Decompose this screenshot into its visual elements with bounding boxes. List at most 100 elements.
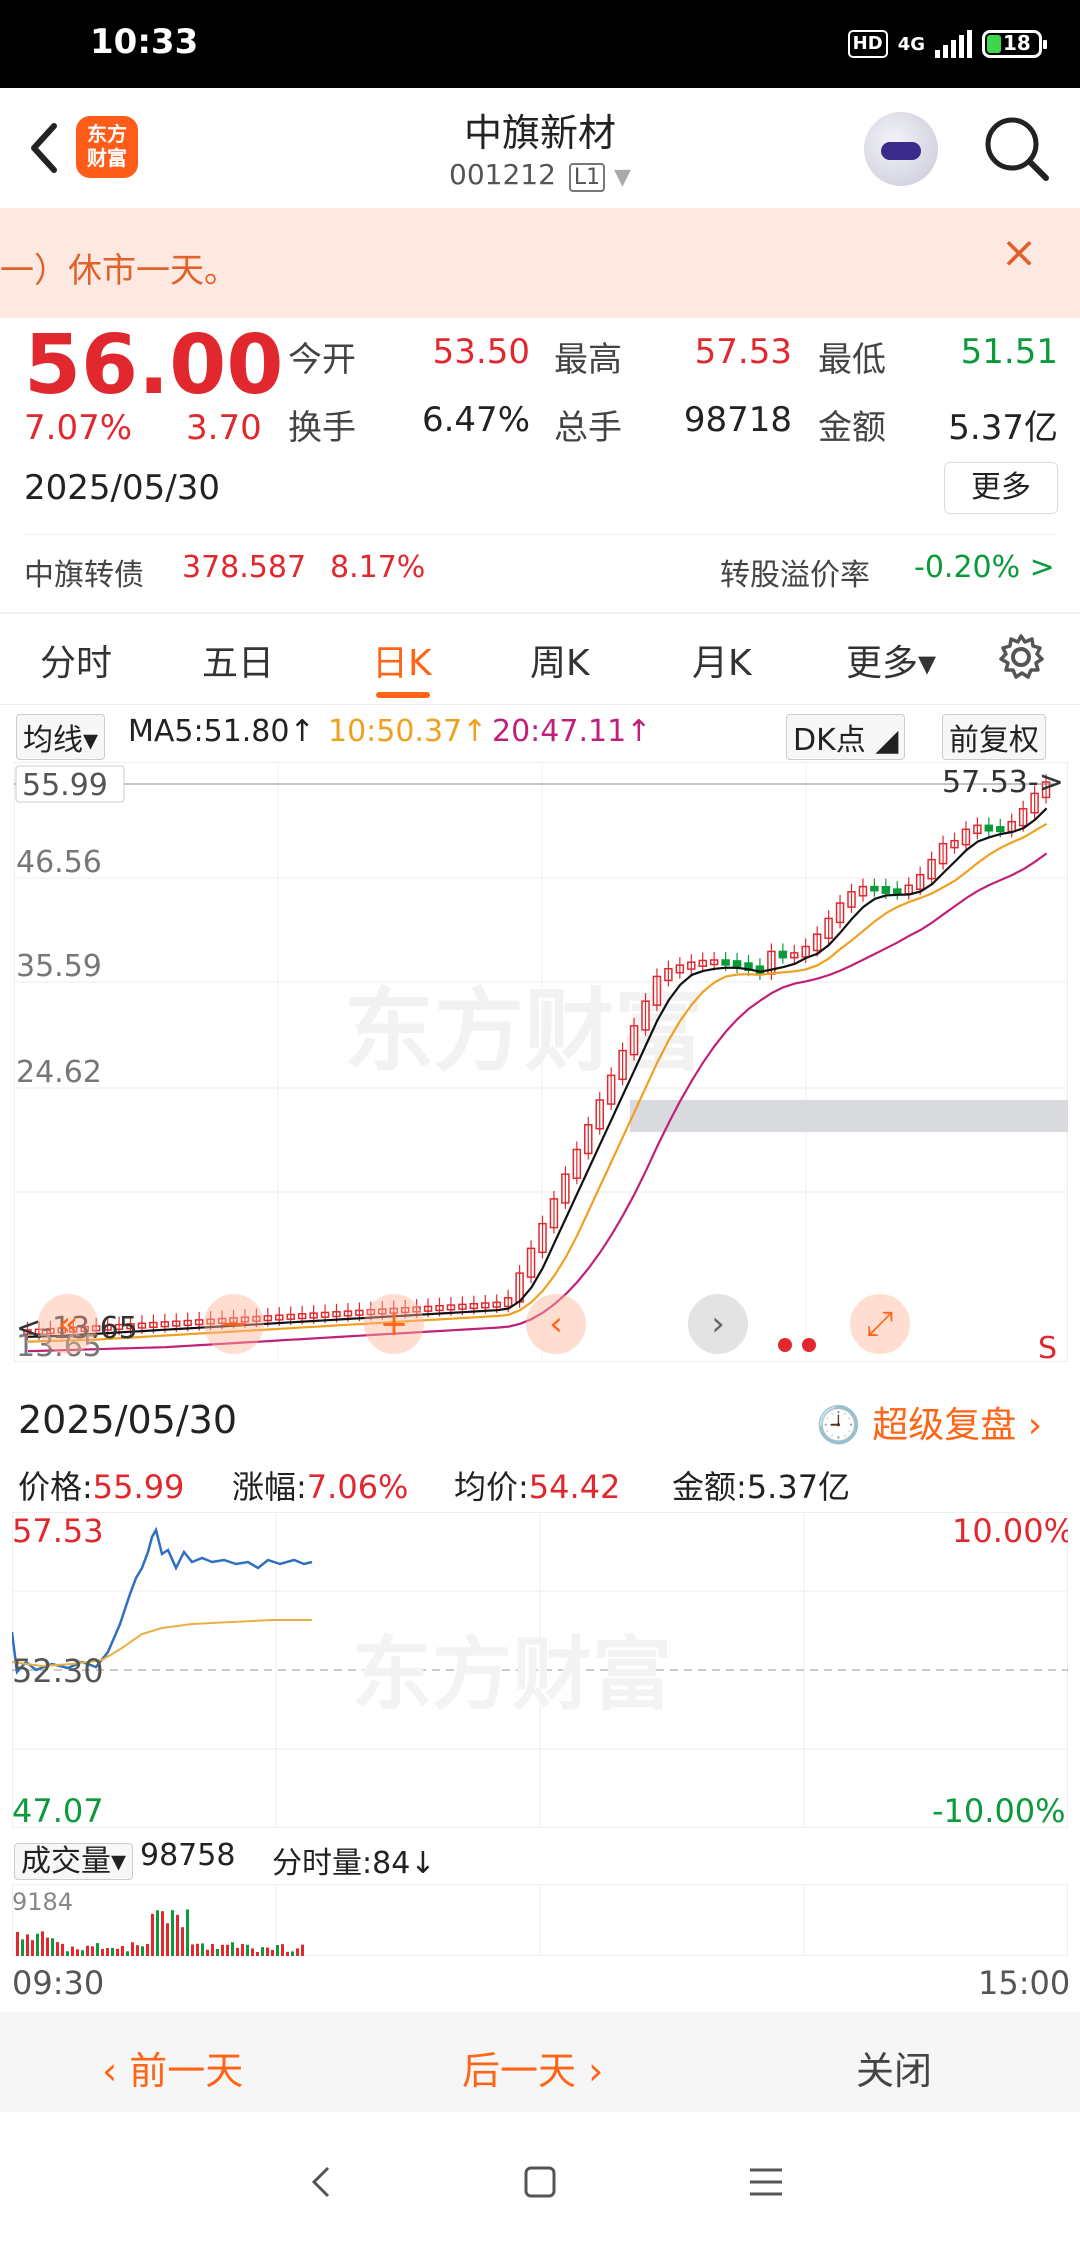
volume-bar xyxy=(136,1945,139,1956)
volume-bar xyxy=(186,1910,189,1956)
y-mid-label: 52.30 xyxy=(12,1652,104,1690)
volume-total: 98758 xyxy=(140,1838,235,1873)
volume-bar xyxy=(271,1950,274,1956)
volume-bar xyxy=(181,1927,184,1956)
search-icon[interactable] xyxy=(982,114,1052,184)
gear-icon[interactable] xyxy=(996,632,1046,682)
zoom-out-icon[interactable]: − xyxy=(204,1294,264,1354)
kline-chart[interactable]: 东方财富 55.99 46.56 35.59 24.62 13.65 57.53… xyxy=(14,762,1068,1362)
nav-back-icon[interactable] xyxy=(306,2162,336,2202)
app-header: 东方 财富 中旗新材 001212 L1 ▼ xyxy=(0,88,1080,208)
hd-icon: HD xyxy=(848,30,888,58)
volume-bar xyxy=(51,1938,54,1956)
tab-intraday[interactable]: 分时 xyxy=(40,634,112,686)
tab-weekly-k[interactable]: 周K xyxy=(530,634,590,686)
intraday-chart[interactable]: 东方财富 57.53 52.30 47.07 10.00% -10.00% xyxy=(12,1512,1068,1828)
y-top-label: 57.53 xyxy=(12,1512,104,1550)
intraday-amount: 金额:5.37亿 xyxy=(672,1462,850,1508)
volume-bar xyxy=(236,1948,239,1956)
volume-bar xyxy=(121,1946,124,1956)
volume-bar xyxy=(231,1942,234,1956)
volume-chart: 9184 xyxy=(12,1884,1068,1956)
active-tab-indicator xyxy=(376,692,430,698)
more-button[interactable]: 更多 xyxy=(944,462,1058,514)
close-icon[interactable]: × xyxy=(996,230,1042,276)
ma10-value: 10:50.37↑ xyxy=(328,714,487,749)
turnover-label: 换手 xyxy=(288,400,356,449)
zoom-in-icon[interactable]: + xyxy=(364,1294,424,1354)
volume-bar xyxy=(246,1945,249,1956)
y-label-top: 55.99 xyxy=(22,768,108,803)
nav-home-icon[interactable] xyxy=(522,2164,558,2200)
amount-value: 5.37亿 xyxy=(930,400,1058,449)
volume-bar xyxy=(21,1939,24,1956)
volume-bar xyxy=(241,1944,244,1956)
indicator-dot xyxy=(802,1338,816,1352)
prev-day-button[interactable]: ‹ 前一天 xyxy=(102,2040,243,2095)
turnover-value: 6.47% xyxy=(410,400,530,440)
history-icon: 🕘 xyxy=(816,1405,861,1446)
volume-bar xyxy=(91,1946,94,1956)
volume-selector[interactable]: 成交量▾ xyxy=(14,1836,133,1880)
next-day-button[interactable]: 后一天 › xyxy=(462,2040,603,2095)
adjust-button[interactable]: 前复权 xyxy=(942,714,1046,760)
volume-bar xyxy=(266,1948,269,1956)
watermark: 东方财富 xyxy=(344,979,704,1084)
watermark: 东方财富 xyxy=(352,1628,672,1721)
volume-bar xyxy=(41,1931,44,1956)
volume-bar xyxy=(261,1947,264,1956)
y-label: 24.62 xyxy=(16,1055,102,1090)
intraday-pct: 涨幅:7.06% xyxy=(232,1462,408,1508)
volume-bar xyxy=(141,1946,144,1956)
dk-point-button[interactable]: DK点 ◢ xyxy=(786,714,905,760)
time-start: 09:30 xyxy=(12,1964,104,2002)
volume-bar xyxy=(76,1949,79,1956)
volume-bar xyxy=(16,1932,19,1956)
volume-bar xyxy=(151,1914,154,1956)
notice-banner: 一）休市一天。 × xyxy=(0,208,1080,318)
volume-label: 总手 xyxy=(554,400,622,449)
ma20-value: 20:47.11↑ xyxy=(492,714,651,749)
signal-icon xyxy=(935,30,972,58)
divider xyxy=(24,534,1056,535)
volume-bar xyxy=(216,1949,219,1956)
ma-selector[interactable]: 均线▾ xyxy=(16,714,105,760)
volume-bar xyxy=(256,1952,259,1956)
clock: 10:33 xyxy=(90,22,198,62)
tab-daily-k[interactable]: 日K xyxy=(372,634,432,686)
time-end: 15:00 xyxy=(978,1964,1070,2002)
stock-code: 001212 xyxy=(449,158,556,191)
volume-bar xyxy=(171,1910,174,1956)
tab-monthly-k[interactable]: 月K xyxy=(692,634,752,686)
premium-value[interactable]: -0.20% > xyxy=(914,550,1055,585)
nav-menu-icon[interactable] xyxy=(748,2166,784,2198)
super-replay-button[interactable]: 🕘 超级复盘 › xyxy=(816,1396,1042,1448)
close-button[interactable]: 关闭 xyxy=(856,2040,932,2095)
fullscreen-icon[interactable]: ⤢ xyxy=(850,1294,910,1354)
notice-text: 一）休市一天。 xyxy=(0,243,238,292)
volume-bar xyxy=(96,1943,99,1956)
tab-five-day[interactable]: 五日 xyxy=(202,634,274,686)
volume-bar xyxy=(286,1952,289,1956)
volume-bar xyxy=(116,1949,119,1956)
premium-label: 转股溢价率 xyxy=(720,550,870,594)
volume-bar xyxy=(71,1947,74,1956)
volume-bar xyxy=(276,1945,279,1956)
volume-bar xyxy=(301,1945,304,1956)
volume-bar xyxy=(166,1923,169,1956)
volume-bar xyxy=(126,1951,129,1956)
volume-bar xyxy=(296,1948,299,1956)
bond-name[interactable]: 中旗转债 xyxy=(24,550,144,594)
volume-bar xyxy=(81,1950,84,1956)
battery-icon: 18 xyxy=(982,30,1042,58)
chevron-down-icon: ▼ xyxy=(614,165,631,190)
chevron-right-icon[interactable]: › xyxy=(688,1294,748,1354)
assistant-robot-icon[interactable] xyxy=(864,112,938,186)
low-label: 最低 xyxy=(818,332,886,381)
open-value: 53.50 xyxy=(420,332,530,372)
tab-more[interactable]: 更多▾ xyxy=(846,634,936,686)
chevron-left-icon[interactable]: ‹ xyxy=(526,1294,586,1354)
system-navigation xyxy=(0,2112,1080,2244)
price-band xyxy=(630,1100,1068,1132)
rewind-icon[interactable]: « xyxy=(38,1294,98,1354)
